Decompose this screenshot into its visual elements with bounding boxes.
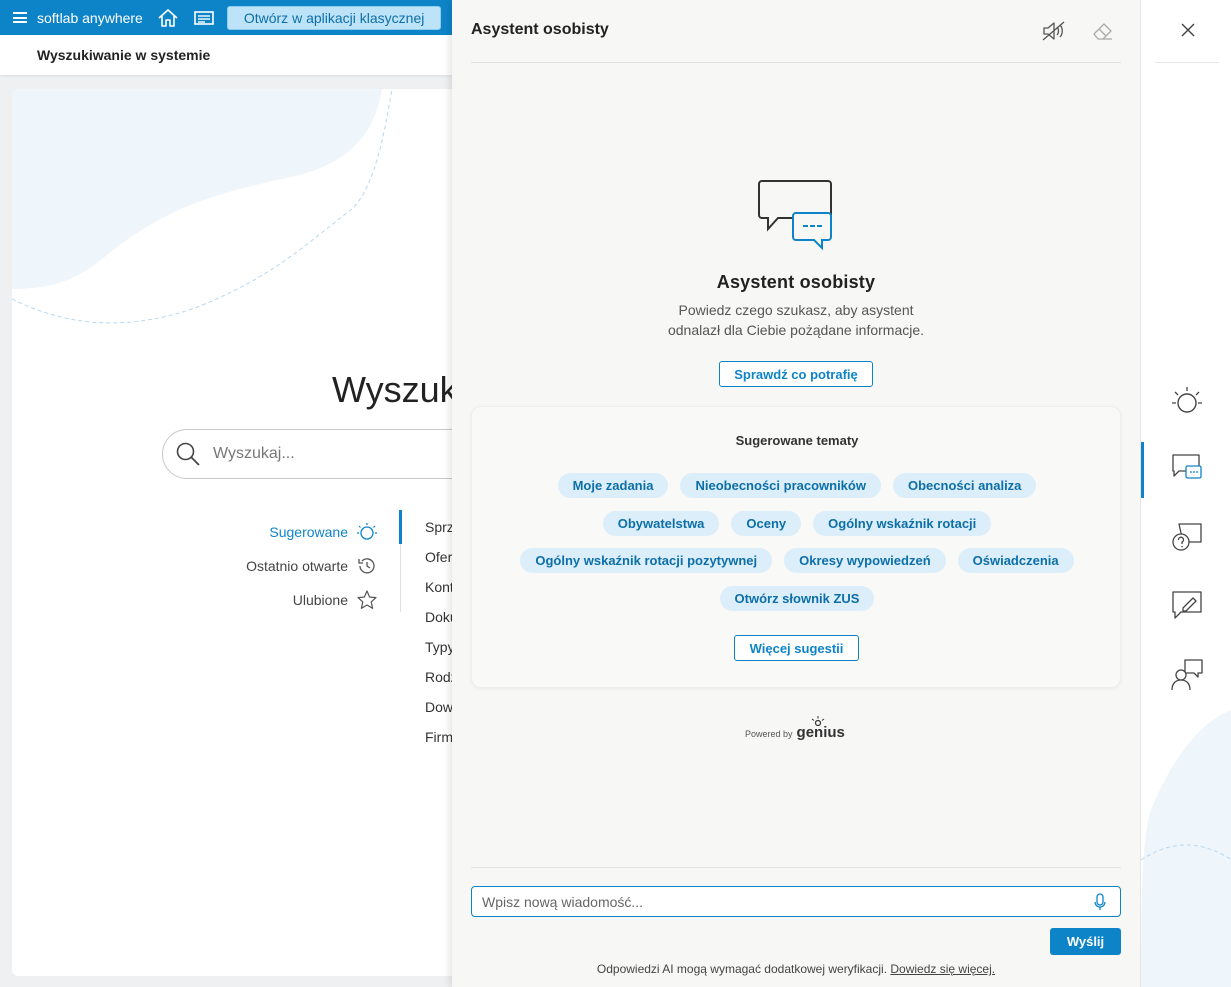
category-label: Ostatnio otwarte xyxy=(246,558,348,574)
category-recent[interactable]: Ostatnio otwarte xyxy=(246,549,378,583)
hero-description-line: Powiedz czego szukasz, aby asystent xyxy=(678,302,914,318)
category-suggested[interactable]: Sugerowane xyxy=(246,515,378,549)
topic-chip[interactable]: Moje zadania xyxy=(557,473,669,498)
input-divider xyxy=(471,867,1121,868)
topic-chip[interactable]: Oświadczenia xyxy=(957,548,1074,573)
close-icon[interactable] xyxy=(1176,18,1200,42)
topics-title: Sugerowane tematy xyxy=(735,433,859,448)
eraser-icon[interactable] xyxy=(1088,16,1118,46)
assistant-header: Asystent osobisty xyxy=(471,0,1121,63)
message-input[interactable] xyxy=(482,893,1072,910)
category-label: Sugerowane xyxy=(269,524,348,540)
page-title: Wyszukiwanie w systemie xyxy=(37,47,211,63)
genius-logo-text: genius xyxy=(796,724,845,741)
brand-name: softlab anywhere xyxy=(37,9,143,26)
topic-chip[interactable]: Ogólny wskaźnik rotacji xyxy=(813,510,992,536)
star-icon xyxy=(356,589,378,611)
topic-chip[interactable]: Obywatelstwa xyxy=(602,510,720,536)
ai-disclaimer: Odpowiedzi AI mogą wymagać dodatkowej we… xyxy=(452,962,1140,976)
decorative-background-shape xyxy=(12,89,393,324)
decorative-background-shape xyxy=(1141,710,1231,987)
message-box[interactable] xyxy=(471,886,1121,917)
top-bar: softlab anywhere Otwórz w aplikacji klas… xyxy=(0,0,452,35)
category-label: Ulubione xyxy=(292,592,348,608)
category-list: Sugerowane Ostatnio otwarte Ulubione xyxy=(246,515,378,617)
assistant-panel: Asystent osobisty Asystent osobisty Powi… xyxy=(452,0,1140,987)
hero-title: Asystent osobisty xyxy=(716,272,876,292)
powered-by-logo: Powered by genius xyxy=(745,716,845,741)
lightbulb-icon xyxy=(356,521,378,543)
send-button[interactable]: Wyślij xyxy=(1050,928,1121,955)
check-capabilities-button[interactable]: Sprawdź co potrafię xyxy=(719,361,873,387)
rail-divider xyxy=(1155,62,1219,63)
learn-more-link[interactable]: Dowiedz się więcej. xyxy=(890,962,995,976)
home-icon[interactable] xyxy=(157,8,179,28)
search-card: Wyszukiwanie w systemie Sugerowane Ostat… xyxy=(12,89,472,976)
rail-active-indicator xyxy=(1141,442,1144,498)
history-icon xyxy=(356,555,378,577)
help-chat-icon[interactable] xyxy=(1169,520,1205,556)
topic-chip[interactable]: Obecności analiza xyxy=(892,473,1037,498)
open-classic-app-button[interactable]: Otwórz w aplikacji klasycznej xyxy=(226,5,442,30)
sub-header: Wyszukiwanie w systemie xyxy=(0,35,452,75)
genius-logo: genius xyxy=(796,716,845,741)
feedback-icon[interactable] xyxy=(1169,588,1205,624)
chat-bubbles-icon xyxy=(756,177,836,258)
search-icon xyxy=(175,441,201,467)
right-rail xyxy=(1140,0,1231,987)
hero-description: Powiedz czego szukasz, aby asystent odna… xyxy=(452,300,1140,340)
suggested-topics-card: Sugerowane tematy Moje zadania Nieobecno… xyxy=(471,406,1121,688)
search-input[interactable] xyxy=(213,445,413,463)
search-heading: Wyszukiwanie w systemie xyxy=(332,369,472,410)
newspaper-icon[interactable] xyxy=(193,9,215,27)
topic-chip[interactable]: Okresy wypowiedzeń xyxy=(784,548,946,573)
topic-chip[interactable]: Otwórz słownik ZUS xyxy=(719,585,875,611)
disclaimer-text: Odpowiedzi AI mogą wymagać dodatkowej we… xyxy=(596,962,888,976)
assistant-title: Asystent osobisty xyxy=(471,21,609,38)
topic-chips: Moje zadania Nieobecności pracowników Ob… xyxy=(472,473,1122,623)
lightbulb-icon[interactable] xyxy=(1169,383,1205,419)
category-favorites[interactable]: Ulubione xyxy=(246,583,378,617)
microphone-icon[interactable] xyxy=(1094,893,1106,916)
support-icon[interactable] xyxy=(1169,657,1205,693)
hero-description-line: odnalazł dla Ciebie pożądane informacje. xyxy=(667,322,925,338)
powered-by-label: Powered by xyxy=(745,729,793,739)
topic-chip[interactable]: Nieobecności pracowników xyxy=(680,473,881,498)
hamburger-menu-icon[interactable] xyxy=(13,12,27,23)
category-active-indicator xyxy=(399,510,402,544)
topic-chip[interactable]: Ogólny wskaźnik rotacji pozytywnej xyxy=(520,548,773,573)
genius-logo-mark xyxy=(811,716,824,726)
chat-icon[interactable] xyxy=(1169,451,1205,487)
search-box[interactable] xyxy=(162,429,472,479)
speaker-mute-icon[interactable] xyxy=(1039,16,1069,46)
more-suggestions-button[interactable]: Więcej sugestii xyxy=(734,635,859,661)
topic-chip[interactable]: Oceny xyxy=(731,510,802,536)
